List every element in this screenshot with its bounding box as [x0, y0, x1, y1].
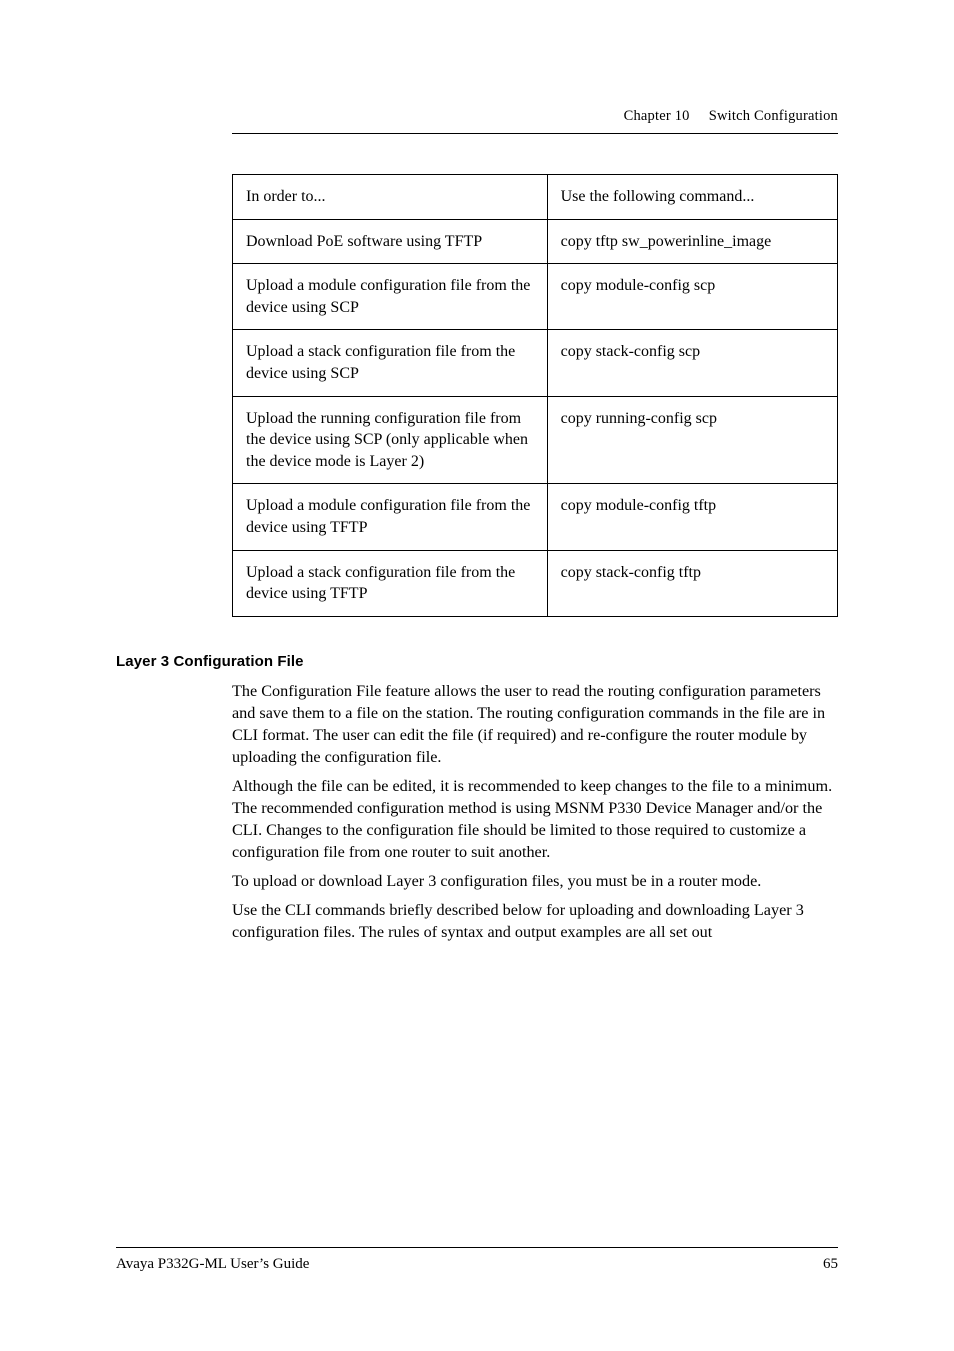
footer-rule	[116, 1247, 838, 1248]
table-row: Upload the running configuration file fr…	[233, 396, 838, 484]
table-cell-right: copy running-config scp	[547, 396, 837, 484]
running-header: Chapter 10 Switch Configuration	[232, 108, 838, 125]
header-rule	[232, 133, 838, 134]
table-row: In order to... Use the following command…	[233, 175, 838, 220]
table-cell-left: Upload a stack configuration file from t…	[233, 330, 548, 396]
table-row: Upload a stack configuration file from t…	[233, 330, 838, 396]
table-header-right: Use the following command...	[547, 175, 837, 220]
paragraph: The Configuration File feature allows th…	[232, 680, 838, 768]
paragraph: To upload or download Layer 3 configurat…	[232, 870, 838, 892]
table-cell-right: copy tftp sw_powerinline_image	[547, 219, 837, 264]
table-row: Download PoE software using TFTP copy tf…	[233, 219, 838, 264]
table-cell-right: copy module-config scp	[547, 264, 837, 330]
table-cell-left: Upload a module configuration file from …	[233, 264, 548, 330]
table-cell-left: Download PoE software using TFTP	[233, 219, 548, 264]
page-footer: Avaya P332G-ML User’s Guide 65	[116, 1247, 838, 1273]
footer-page-number: 65	[823, 1256, 838, 1273]
body-text: The Configuration File feature allows th…	[232, 680, 838, 943]
chapter-title: Switch Configuration	[709, 108, 838, 124]
footer-left: Avaya P332G-ML User’s Guide	[116, 1256, 309, 1273]
table-cell-left: Upload a stack configuration file from t…	[233, 550, 548, 616]
table-cell-right: copy module-config tftp	[547, 484, 837, 550]
table-header-left: In order to...	[233, 175, 548, 220]
paragraph: Use the CLI commands briefly described b…	[232, 899, 838, 943]
command-table: In order to... Use the following command…	[232, 174, 838, 617]
table-cell-right: copy stack-config scp	[547, 330, 837, 396]
table-row: Upload a module configuration file from …	[233, 264, 838, 330]
table-row: Upload a stack configuration file from t…	[233, 550, 838, 616]
table-cell-right: copy stack-config tftp	[547, 550, 837, 616]
table-cell-left: Upload the running configuration file fr…	[233, 396, 548, 484]
table-row: Upload a module configuration file from …	[233, 484, 838, 550]
chapter-label: Chapter 10	[624, 108, 690, 124]
table-cell-left: Upload a module configuration file from …	[233, 484, 548, 550]
paragraph: Although the file can be edited, it is r…	[232, 775, 838, 863]
section-heading: Layer 3 Configuration File	[116, 653, 838, 670]
